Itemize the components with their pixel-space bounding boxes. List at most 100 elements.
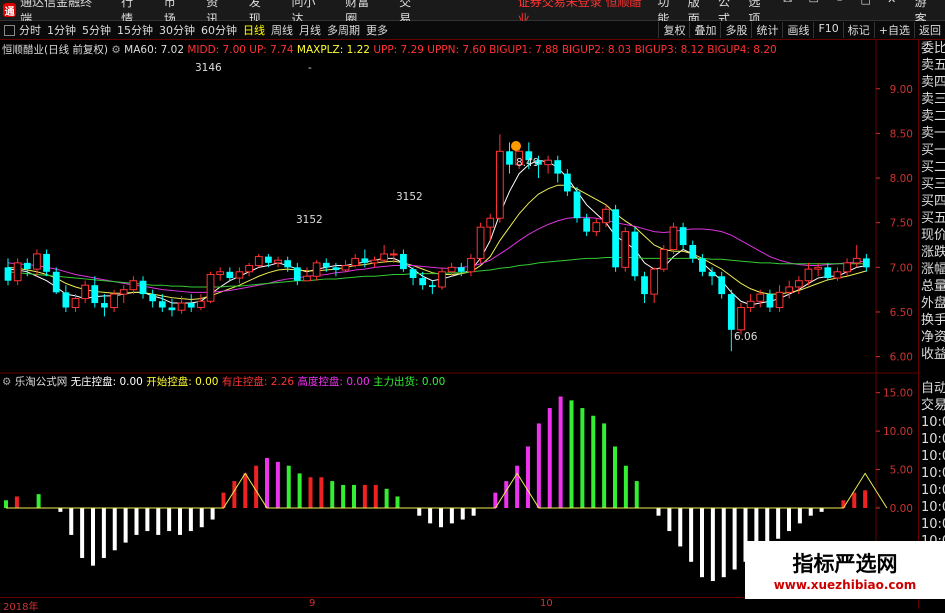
sidebar-item: 卖二 (921, 109, 945, 124)
sub-bar (319, 477, 324, 508)
period-multi[interactable]: 多周期 (327, 22, 360, 38)
start-control-value: 开始控盘: 0.00 (146, 376, 219, 388)
watermark-title: 指标严选网 (792, 552, 898, 576)
candle-body (495, 150, 504, 219)
kline-chart[interactable]: 9.00 8.50 8.00 7.50 7.00 6.50 6.00 3146 - 3152 315… (0, 40, 918, 597)
bigup1-value: BIGUP1: 7.88 (489, 44, 559, 56)
annotation-3146: 3146 (195, 62, 222, 74)
candle-body (187, 303, 195, 308)
candle-body (284, 260, 292, 268)
tool-stats[interactable]: 统计 (751, 22, 782, 38)
sub-bar (243, 473, 248, 508)
sidebar-item: 现价 (921, 228, 945, 243)
candle-body (804, 268, 813, 282)
tool-f10[interactable]: F10 (813, 22, 842, 38)
candle-body (197, 300, 205, 309)
sub-bar (526, 446, 530, 508)
midd-value: MIDD: 7.00 (187, 44, 246, 56)
sub-bar (210, 508, 215, 520)
sub-axis-label: 0.00 (890, 503, 913, 515)
period-5min[interactable]: 5分钟 (82, 22, 111, 38)
candle-body (158, 301, 166, 308)
restore-icon[interactable]: ▭ (807, 0, 821, 7)
sub-bar (667, 508, 672, 532)
candle-body (727, 294, 735, 330)
candle-body (274, 259, 282, 264)
tool-draw[interactable]: 画线 (782, 22, 813, 38)
maximize-icon[interactable]: □ (859, 0, 873, 7)
candle-body (206, 273, 215, 302)
annotation-dash: - (308, 62, 312, 74)
period-1min[interactable]: 1分钟 (47, 22, 76, 38)
price-axis-label: 7.50 (890, 218, 913, 230)
candle-body (814, 266, 823, 270)
period-15min[interactable]: 15分钟 (117, 22, 153, 38)
sub-bar (656, 508, 661, 516)
tool-overlay[interactable]: 叠加 (689, 22, 720, 38)
close-icon[interactable]: ✕ (885, 0, 899, 7)
tool-mark[interactable]: 标记 (842, 22, 874, 38)
candle-body (775, 291, 784, 309)
candle-body (766, 294, 774, 308)
candle-body (428, 285, 436, 287)
candle-body (33, 253, 41, 270)
indicator-name: 乐淘公式网 (14, 376, 68, 388)
sub-bar (36, 494, 41, 508)
sidebar-item: 10:05 (921, 449, 945, 464)
exit-value: 主力出货: 0.00 (373, 376, 446, 388)
sidebar-item: 自动 (921, 381, 945, 396)
period-timeshare[interactable]: 分时 (19, 22, 41, 38)
sidebar-item: 总量 (921, 279, 945, 294)
period-weekly[interactable]: 周线 (271, 22, 293, 38)
tool-adjust[interactable]: 复权 (658, 22, 689, 38)
candle-body (293, 267, 301, 281)
sub-bar (460, 508, 465, 520)
message-icon[interactable]: ✉ (781, 0, 795, 7)
sub-bar (852, 492, 857, 508)
sub-bar (145, 508, 150, 532)
has-control-value: 有庄控盘: 2.26 (221, 376, 295, 388)
sidebar-item: 买二 (921, 160, 945, 175)
candle-body (177, 302, 186, 311)
period-30min[interactable]: 30分钟 (159, 22, 195, 38)
sub-bar (515, 465, 520, 508)
candle-body (13, 262, 22, 282)
sidebar-item: 买一 (921, 143, 945, 158)
sidebar-item: 卖五 (921, 58, 945, 73)
minimize-icon[interactable]: – (833, 0, 847, 7)
sub-bar (275, 461, 280, 508)
period-more[interactable]: 更多 (366, 22, 388, 38)
candle-body (794, 280, 803, 288)
tool-multi-stock[interactable]: 多股 (720, 22, 751, 38)
candle-body (361, 258, 369, 263)
candle-body (303, 275, 311, 282)
candle-body (438, 271, 446, 288)
candle-body (265, 256, 272, 263)
sub-bar (613, 446, 617, 508)
candle-body (650, 268, 659, 295)
candle-body (467, 257, 475, 273)
period-monthly[interactable]: 月线 (299, 22, 321, 38)
candle-body (322, 262, 330, 268)
sub-bar (395, 496, 400, 508)
sub-axis-label: 10.00 (883, 426, 913, 438)
sub-bar (167, 508, 172, 532)
sidebar-item: 买四 (921, 194, 945, 209)
candle-body (746, 300, 755, 309)
sidebar-item: 10:05 (921, 466, 945, 481)
period-daily[interactable]: 日线 (243, 22, 265, 38)
sidebar-item: 卖三 (921, 92, 945, 107)
stock-title: 恒顺醋业(日线 前复权) (2, 44, 109, 56)
sub-bar (330, 481, 335, 508)
sub-bar (69, 508, 74, 535)
candle-body (91, 285, 99, 304)
gear-icon[interactable]: ⚙ (2, 376, 11, 388)
sub-bar (352, 484, 356, 508)
tool-back[interactable]: 返回 (914, 22, 945, 38)
panel-toggle-icon[interactable] (4, 24, 15, 36)
sub-bar (569, 400, 574, 508)
sidebar-item: 10:05 (921, 432, 945, 447)
tool-add-watchlist[interactable]: +自选 (873, 22, 914, 38)
period-60min[interactable]: 60分钟 (201, 22, 237, 38)
gear-icon[interactable]: ⚙ (111, 44, 120, 56)
